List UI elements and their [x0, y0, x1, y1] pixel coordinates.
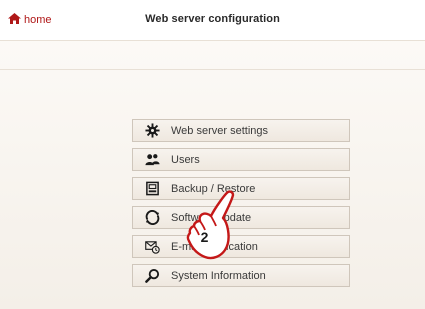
users-icon — [133, 149, 171, 170]
menu-item-label: Software update — [171, 211, 252, 224]
menu-item-label: Web server settings — [171, 124, 269, 137]
menu-item-backup-restore[interactable]: Backup / Restore — [132, 177, 350, 200]
menu-item-users[interactable]: Users — [132, 148, 350, 171]
menu-item-email-notification[interactable]: E-mail notification — [132, 235, 350, 258]
callout-number: 2 — [200, 229, 209, 245]
backup-icon — [133, 178, 171, 199]
menu-item-web-server-settings[interactable]: Web server settings — [132, 119, 350, 142]
page-title: Web server configuration — [145, 13, 280, 25]
header-bar: home Web server configuration — [0, 0, 425, 41]
menu-item-software-update[interactable]: Software update — [132, 206, 350, 229]
config-menu: Web server settings Users Backup / Resto… — [132, 119, 350, 293]
menu-item-label: Users — [171, 153, 200, 166]
mail-clock-icon — [133, 236, 171, 257]
update-icon — [133, 207, 171, 228]
page: home Web server configuration Web server… — [0, 0, 425, 309]
divider — [0, 69, 425, 70]
menu-item-label: Backup / Restore — [171, 182, 256, 195]
menu-item-system-information[interactable]: System Information — [132, 264, 350, 287]
gear-icon — [133, 120, 171, 141]
menu-item-label: System Information — [171, 269, 266, 282]
search-icon — [133, 265, 171, 286]
